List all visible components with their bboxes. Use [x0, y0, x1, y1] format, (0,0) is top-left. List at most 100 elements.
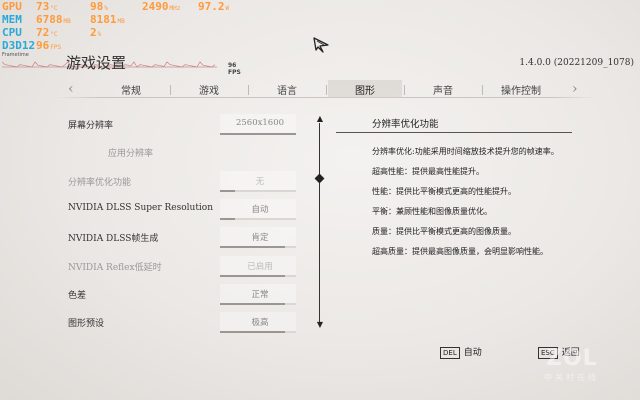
setting-label: NVIDIA Reflex低延时	[68, 262, 162, 273]
setting-row[interactable]: 应用分辨率	[60, 140, 305, 168]
panel-description-line: 质量：提供比平衡模式更高的图像质量。	[372, 227, 516, 236]
setting-value-selector[interactable]: 极高	[230, 316, 290, 328]
tab-5[interactable]: 操作控制	[486, 82, 556, 97]
osd-value: 96FPS	[36, 39, 61, 54]
osd-row-d3d12: D3D12 96FPS	[2, 39, 61, 52]
osd-unit: %	[97, 31, 102, 38]
osd-unit: °C	[50, 5, 58, 12]
tab-3[interactable]: 图形	[330, 82, 400, 97]
setting-value-selector[interactable]: 正常	[230, 288, 290, 300]
osd-value: 2490MHz	[142, 0, 180, 15]
setting-label: 屏幕分辨率	[68, 121, 114, 131]
osd-number: 73	[36, 0, 50, 13]
setting-level-bar	[220, 133, 296, 135]
tabbar-underline	[56, 97, 596, 98]
osd-label: GPU	[2, 0, 22, 13]
setting-value-selector[interactable]: 自动	[230, 203, 290, 215]
setting-row[interactable]: NVIDIA DLSS帧生成 肯定	[60, 225, 305, 253]
osd-unit: %	[104, 5, 108, 12]
setting-value-selector[interactable]: 已启用	[230, 260, 290, 272]
setting-value-selector[interactable]: 肯定	[230, 231, 290, 243]
description-panel: 分辨率优化功能 分辨率优化:功能采用时间缩放技术提升您的帧速率。 超高性能：提供最…	[336, 116, 572, 257]
tab-next-arrow-icon[interactable]: ›	[572, 80, 578, 98]
setting-row[interactable]: NVIDIA Reflex低延时 已启用	[60, 254, 305, 282]
setting-label: 色差	[68, 290, 87, 301]
setting-level-fill	[220, 331, 285, 334]
panel-title: 分辨率优化功能	[372, 119, 439, 130]
auto-label: 自动	[463, 348, 482, 358]
osd-value: 97.2W	[198, 0, 229, 15]
setting-label: 应用分辨率	[108, 149, 154, 160]
osd-row-mem: MEM 6788MB 8181MB	[2, 13, 125, 26]
zol-watermark: ZOL 中关村在线	[540, 346, 620, 390]
osd-unit: W	[225, 5, 230, 12]
tab-separator	[248, 85, 249, 95]
setting-level-bar	[220, 274, 296, 277]
setting-level-fill	[220, 217, 236, 220]
tab-separator	[482, 85, 483, 95]
del-key-icon: DEL	[440, 346, 460, 359]
setting-label: NVIDIA DLSS Super Resolution	[68, 202, 214, 213]
tab-2[interactable]: 语言	[252, 82, 322, 97]
osd-unit: MB	[117, 18, 125, 25]
osd-number: 8181	[90, 13, 117, 26]
watermark-subtitle: 中关村在线	[544, 373, 599, 382]
osd-number: 72	[36, 26, 50, 39]
panel-divider	[336, 132, 572, 133]
tab-separator	[326, 85, 327, 95]
scroll-down-icon[interactable]: ▼	[316, 321, 324, 329]
setting-value-selector[interactable]: 2560x1600	[230, 118, 290, 128]
setting-value-selector[interactable]: 无	[230, 175, 290, 187]
setting-level-fill	[220, 189, 236, 192]
settings-scrollbar[interactable]: ▲ ▼	[314, 115, 325, 335]
osd-row-gpu: GPU 73°C 98% 2490MHz 97.2W	[2, 0, 229, 13]
setting-level-bar	[220, 331, 296, 334]
setting-row[interactable]: 分辨率优化功能 无	[60, 169, 305, 197]
osd-unit: MHz	[169, 5, 181, 12]
osd-value: 2%	[90, 26, 101, 41]
tab-prev-arrow-icon[interactable]: ‹	[68, 80, 74, 98]
panel-description-line: 分辨率优化:功能采用时间缩放技术提升您的帧速率。	[372, 147, 559, 156]
setting-row[interactable]: NVIDIA DLSS Super Resolution 自动	[60, 197, 305, 225]
setting-level-fill	[220, 133, 296, 135]
setting-row[interactable]: 屏幕分辨率 2560x1600	[60, 112, 305, 140]
setting-level-bar	[220, 246, 296, 249]
setting-level-fill	[220, 246, 285, 249]
setting-label: NVIDIA DLSS帧生成	[68, 234, 159, 245]
tab-1[interactable]: 游戏	[174, 82, 244, 97]
watermark-brand: ZOL	[546, 346, 598, 371]
scroll-thumb[interactable]	[314, 173, 325, 184]
osd-number: 98	[90, 0, 104, 13]
setting-row[interactable]: 色差 正常	[60, 282, 305, 310]
page-title: 游戏设置	[66, 54, 127, 72]
osd-unit: FPS	[50, 44, 62, 51]
version-label: 1.4.0.0 (20221209_1078)	[519, 58, 634, 68]
auto-button[interactable]: DEL 自动	[440, 345, 482, 359]
osd-label: CPU	[2, 26, 22, 39]
setting-level-bar	[220, 302, 296, 305]
tab-separator	[404, 85, 405, 95]
setting-level-fill	[220, 274, 285, 277]
frametime-label: Frametime	[2, 52, 29, 58]
osd-label: D3D12	[2, 39, 36, 52]
osd-number: 96	[36, 39, 50, 52]
osd-unit: MB	[63, 18, 71, 25]
panel-description-line: 超高质量：提供最高图像质量，会明显影响性能。	[372, 247, 548, 256]
panel-description-line: 性能：提供比平衡模式更高的性能提升。	[372, 187, 516, 196]
osd-unit: °C	[50, 31, 58, 38]
scroll-track	[319, 123, 320, 325]
setting-row[interactable]: 图形预设 极高	[60, 310, 305, 338]
osd-number: 2490	[142, 0, 169, 13]
tab-separator	[170, 85, 171, 95]
tab-0[interactable]: 常规	[96, 82, 166, 97]
osd-number: 2	[90, 26, 97, 39]
panel-description-line: 平衡：兼顾性能和图像质量优化。	[372, 207, 492, 216]
fps-tag: 96 FPS	[228, 62, 241, 76]
tab-4[interactable]: 声音	[408, 82, 478, 97]
setting-level-bar	[220, 189, 296, 192]
scroll-up-icon[interactable]: ▲	[316, 115, 324, 123]
game-logo-icon	[313, 37, 329, 53]
osd-number: 6788	[36, 13, 63, 26]
osd-row-cpu: CPU 72°C 2%	[2, 26, 101, 39]
osd-label: MEM	[2, 13, 22, 26]
